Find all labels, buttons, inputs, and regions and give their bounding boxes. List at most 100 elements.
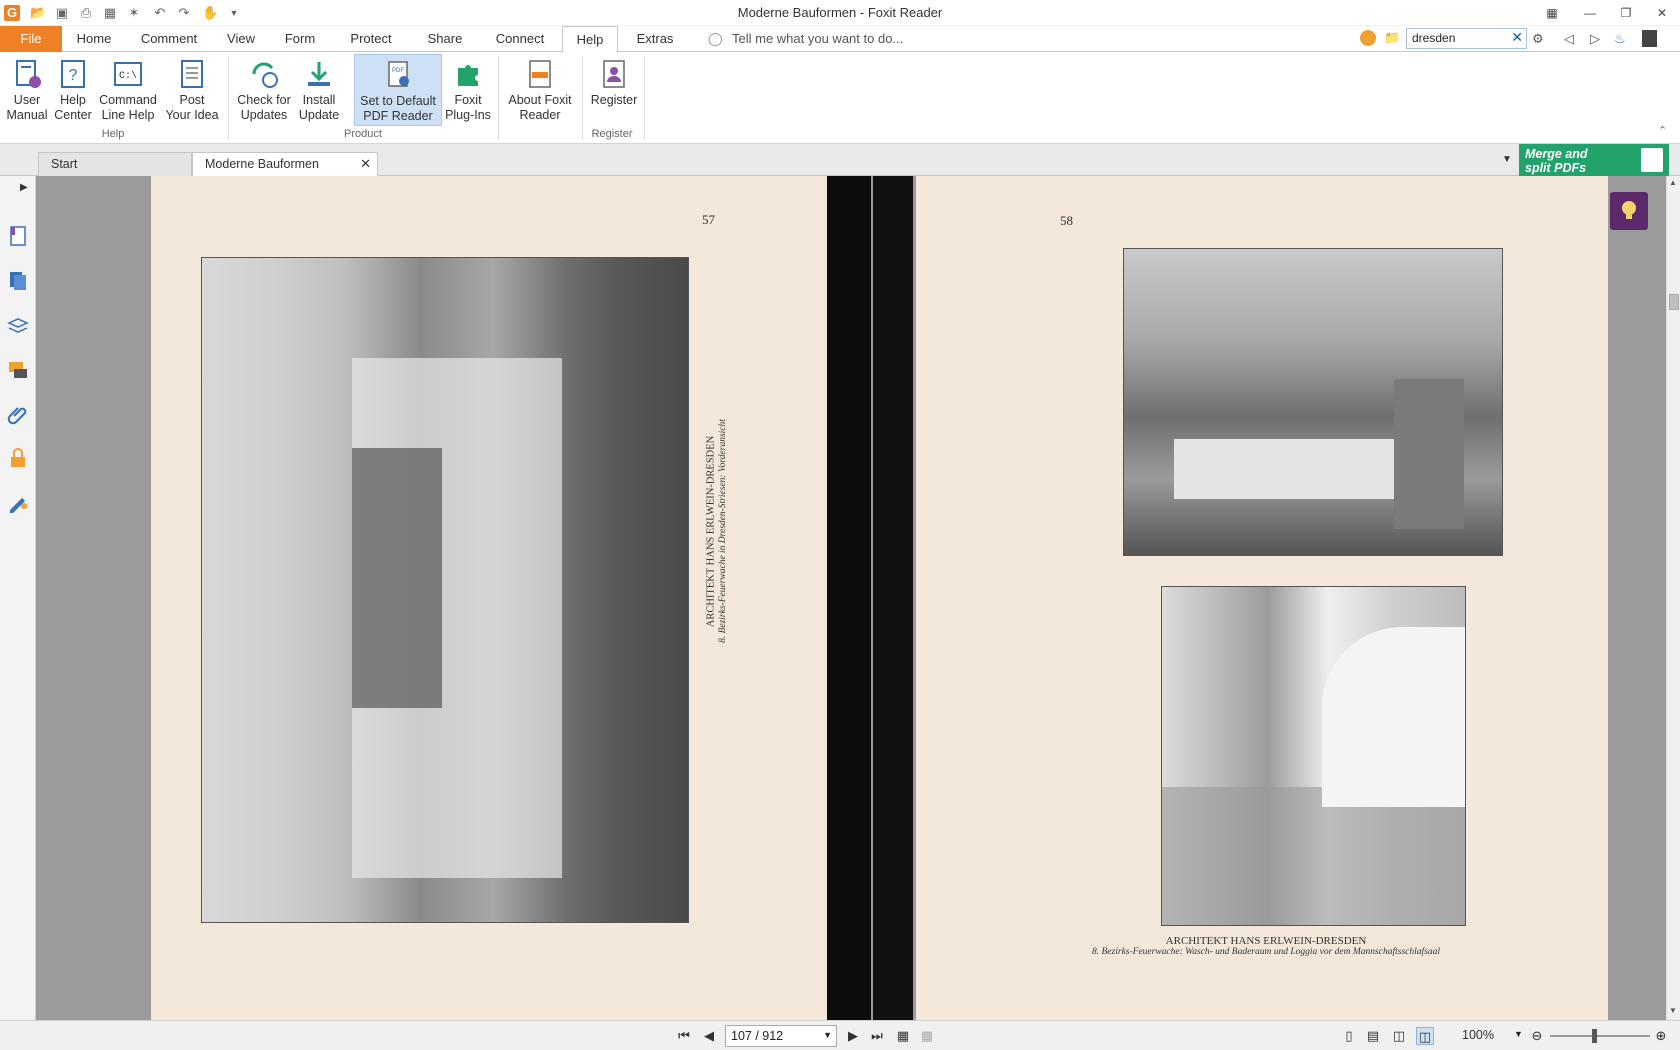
tab-home[interactable]: Home <box>72 26 116 52</box>
close-button[interactable]: ✕ <box>1648 3 1676 23</box>
label: Help <box>60 93 86 107</box>
attachment-icon[interactable] <box>6 402 30 426</box>
tab-connect[interactable]: Connect <box>492 26 548 52</box>
zoom-slider[interactable] <box>1550 1035 1650 1037</box>
group-label-help: Help <box>101 128 125 140</box>
scroll-up-icon[interactable]: ▲ <box>1669 178 1677 187</box>
bookmark-icon[interactable] <box>6 224 30 248</box>
status-bar: ⏮ ◀ 107 / 912 ▼ ▶ ⏭ ▦ ▦ ▯ ▤ ◫ ◫ 100% ▼ ⊖… <box>0 1020 1680 1050</box>
left-caption-block: ARCHITEKT HANS ERLWEIN-DRESDEN 8. Bezirk… <box>691 276 731 816</box>
continuous-facing-view-icon[interactable]: ◫ <box>1416 1027 1434 1045</box>
post-your-idea-button[interactable]: Post Your Idea <box>162 54 222 126</box>
set-default-reader-button[interactable]: PDF Set to Default PDF Reader <box>354 54 442 126</box>
close-tab-icon[interactable]: ✕ <box>360 153 371 175</box>
right-caption-architect: ARCHITEKT HANS ERLWEIN-DRESDEN <box>1165 935 1367 947</box>
group-label-product: Product <box>344 128 382 140</box>
single-page-view-icon[interactable]: ▯ <box>1340 1027 1358 1045</box>
tab-protect[interactable]: Protect <box>346 26 396 52</box>
menu-bar: File Home Comment View Form Protect Shar… <box>0 26 1680 53</box>
svg-text:?: ? <box>69 67 78 84</box>
zoom-level[interactable]: 100% <box>1462 1028 1494 1042</box>
register-user-icon <box>603 60 625 88</box>
tab-share[interactable]: Share <box>424 26 466 52</box>
terminal-icon: C:\ <box>114 62 142 86</box>
merge-split-banner[interactable]: Merge and split PDFs <box>1519 144 1669 176</box>
scroll-down-icon[interactable]: ▼ <box>1669 1006 1677 1015</box>
pdf-merge-icon <box>1641 148 1663 172</box>
foxit-plugins-button[interactable]: Foxit Plug-Ins <box>444 54 492 126</box>
search-input[interactable]: dresden ✕ <box>1406 28 1527 49</box>
signature-icon[interactable] <box>6 490 30 514</box>
tab-start[interactable]: Start <box>38 152 192 176</box>
layers-icon[interactable] <box>6 314 30 338</box>
label: Updates <box>240 108 288 122</box>
zoom-slider-thumb[interactable] <box>1592 1029 1597 1043</box>
user-manual-button[interactable]: User Manual <box>4 54 50 126</box>
first-page-icon[interactable]: ⏮ <box>675 1027 693 1045</box>
document-view[interactable]: 57 ARCHITEKT HANS ERLWEIN-DRESDEN 8. Bez… <box>36 176 1666 1020</box>
title-bar: G 📂 ▣ ⎙ ▦ ✶ ↶ ↷ ✋ ▼ Moderne Bauformen - … <box>0 0 1680 26</box>
washroom-photo <box>1123 248 1503 556</box>
ribbon-help: User Manual ? Help Center C:\ Command Line … <box>0 52 1680 144</box>
install-update-button[interactable]: Install Update <box>296 54 342 126</box>
tab-comment[interactable]: Comment <box>136 26 202 52</box>
tab-form[interactable]: Form <box>282 26 318 52</box>
page-dropdown-icon[interactable]: ▼ <box>823 1030 832 1040</box>
help-center-button[interactable]: ? Help Center <box>52 54 94 126</box>
security-lock-icon[interactable] <box>6 446 30 470</box>
page-number-left: 57 <box>702 212 715 227</box>
find-folder-icon[interactable]: 📁 <box>1384 30 1400 46</box>
expand-panel-icon[interactable]: ▶ <box>20 182 28 193</box>
page-indicator: 107 / 912 <box>731 1029 784 1043</box>
tab-view[interactable]: View <box>222 26 260 52</box>
lightbulb-tips-button[interactable] <box>1610 192 1648 230</box>
settings-gear-icon[interactable]: ⚙ <box>1532 31 1544 47</box>
svg-text:PDF: PDF <box>392 68 404 74</box>
facing-view-icon[interactable]: ◫ <box>1390 1027 1408 1045</box>
restore-button[interactable]: ❐ <box>1612 3 1640 23</box>
vertical-scrollbar[interactable]: ▲ ▼ <box>1666 176 1680 1020</box>
about-foxit-button[interactable]: About Foxit Reader <box>504 54 576 126</box>
comments-icon[interactable] <box>6 358 30 382</box>
prev-result-icon[interactable]: ◁ <box>1564 31 1574 47</box>
pages-icon[interactable] <box>6 268 30 292</box>
label: Reader <box>519 108 561 122</box>
command-line-help-button[interactable]: C:\ Command Line Help <box>98 54 158 126</box>
bulb-icon <box>1622 201 1636 219</box>
tab-extras[interactable]: Extras <box>632 26 678 52</box>
label: PDF Reader <box>363 109 433 123</box>
ribbon-options-icon[interactable]: ▦ <box>1538 3 1566 23</box>
minimize-button[interactable]: — <box>1576 3 1604 23</box>
notification-bell-icon[interactable]: ♨ <box>1614 31 1626 47</box>
label: Your Idea <box>165 108 219 122</box>
zoom-in-icon[interactable]: ⊕ <box>1652 1027 1670 1045</box>
tab-file[interactable]: File <box>0 26 62 52</box>
collapse-ribbon-icon[interactable]: ⌃ <box>1658 124 1667 137</box>
previous-page-icon[interactable]: ◀ <box>700 1027 718 1045</box>
tab-moderne-bauformen[interactable]: Moderne Bauformen ✕ <box>192 152 378 177</box>
banner-line1: Merge and <box>1525 147 1588 161</box>
firehouse-front-view-photo <box>201 257 689 923</box>
next-result-icon[interactable]: ▷ <box>1590 31 1600 47</box>
tab-list-dropdown-icon[interactable]: ▼ <box>1502 154 1512 165</box>
scroll-thumb[interactable] <box>1669 294 1679 310</box>
lightbulb-icon: ◯ <box>708 31 723 46</box>
clear-search-icon[interactable]: ✕ <box>1511 29 1523 46</box>
tell-me-search[interactable]: Tell me what you want to do... <box>732 26 903 52</box>
next-view-icon: ▦ <box>920 1028 934 1043</box>
continuous-view-icon[interactable]: ▤ <box>1364 1027 1382 1045</box>
next-page-icon[interactable]: ▶ <box>844 1027 862 1045</box>
register-button[interactable]: Register <box>588 54 640 126</box>
user-account-icon[interactable] <box>1642 30 1657 47</box>
page-number-input[interactable]: 107 / 912 ▼ <box>725 1025 837 1047</box>
zoom-dropdown-icon[interactable]: ▼ <box>1514 1029 1523 1039</box>
tab-help[interactable]: Help <box>562 26 618 53</box>
last-page-icon[interactable]: ⏭ <box>868 1027 886 1045</box>
manual-book-icon <box>16 60 41 88</box>
previous-view-icon[interactable]: ▦ <box>894 1027 912 1045</box>
label: Set to Default <box>360 94 436 108</box>
favorite-icon[interactable] <box>1360 30 1376 46</box>
check-for-updates-button[interactable]: Check for Updates <box>234 54 294 126</box>
tab-label: Moderne Bauformen <box>205 157 319 171</box>
zoom-out-icon[interactable]: ⊖ <box>1528 1027 1546 1045</box>
